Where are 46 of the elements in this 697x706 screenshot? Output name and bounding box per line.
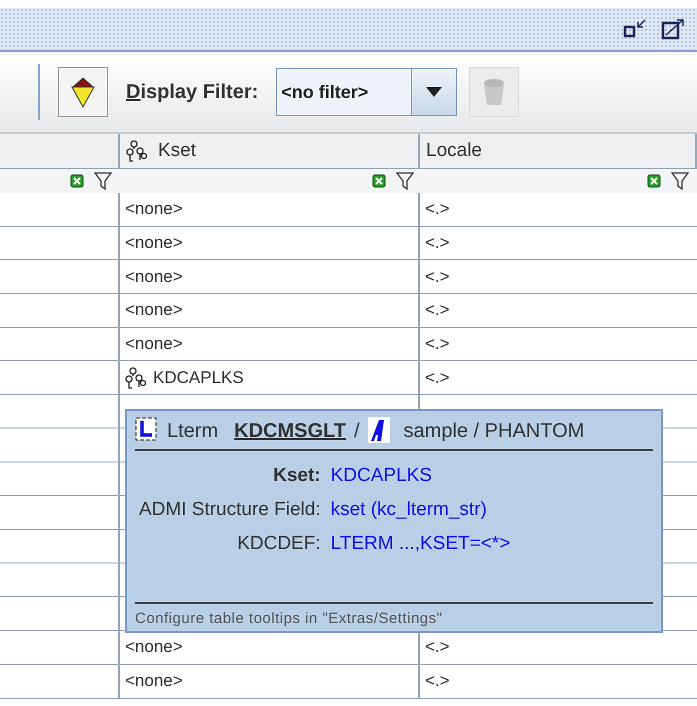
filter-dropdown[interactable]: <no filter> [276, 68, 458, 116]
filter-icon[interactable] [396, 172, 414, 190]
field-value: kset (kc_lterm_str) [330, 499, 488, 522]
table-cell-text: <.> [424, 198, 451, 220]
tooltip-hint: Configure table tooltips in "Extras/Settings" [135, 609, 444, 630]
column-label: Kset [158, 140, 196, 162]
table-cell: <none> [120, 664, 420, 698]
field-label: ADMI Structure Field: [139, 499, 321, 522]
application-name: sample / PHANTOM [404, 420, 584, 444]
table-cell-text: <.> [424, 232, 451, 254]
object-name: KDCMSGLT [234, 420, 346, 444]
restore-icon[interactable] [623, 18, 647, 40]
table-cell-text: <.> [424, 266, 451, 288]
table-cell-text: <.> [424, 670, 451, 692]
object-type: Lterm [167, 420, 218, 444]
tree-icon [126, 140, 148, 162]
table-cell: <none> [120, 193, 420, 226]
field-value: LTERM ...,KSET=<*> [330, 533, 512, 556]
table-cell: <none> [120, 328, 420, 360]
field-value: KDCAPLKS [330, 465, 433, 488]
display-filter-label: Display Filter: [126, 80, 258, 104]
filter-icon[interactable] [671, 172, 689, 190]
maximize-icon[interactable] [661, 18, 685, 40]
tree-icon [125, 366, 147, 389]
lterm-icon [135, 417, 159, 444]
table-cell-text: <.> [424, 366, 451, 389]
field-label: Kset: [272, 465, 321, 488]
table-cell: <none> [120, 260, 420, 294]
clear-icon[interactable] [70, 174, 84, 188]
clear-icon[interactable] [647, 174, 661, 188]
table-cell: <none> [120, 226, 420, 260]
filter-cone-button[interactable] [58, 67, 108, 117]
separator: / [354, 420, 360, 444]
table-cell-text: <.> [424, 333, 451, 356]
table-cell: <none> [120, 631, 420, 664]
caret-icon [426, 87, 442, 97]
table-cell: KDCAPLKS [120, 361, 420, 394]
table-cell-text: <.> [424, 299, 451, 322]
filter-icon[interactable] [94, 172, 112, 190]
cone-icon [69, 75, 97, 109]
clear-icon[interactable] [372, 174, 386, 188]
field-label: KDCDEF: [236, 533, 321, 556]
table-cell-text: <.> [424, 636, 451, 658]
application-icon [368, 417, 390, 444]
column-label: Locale [426, 140, 482, 162]
table-cell: <none> [120, 294, 420, 327]
